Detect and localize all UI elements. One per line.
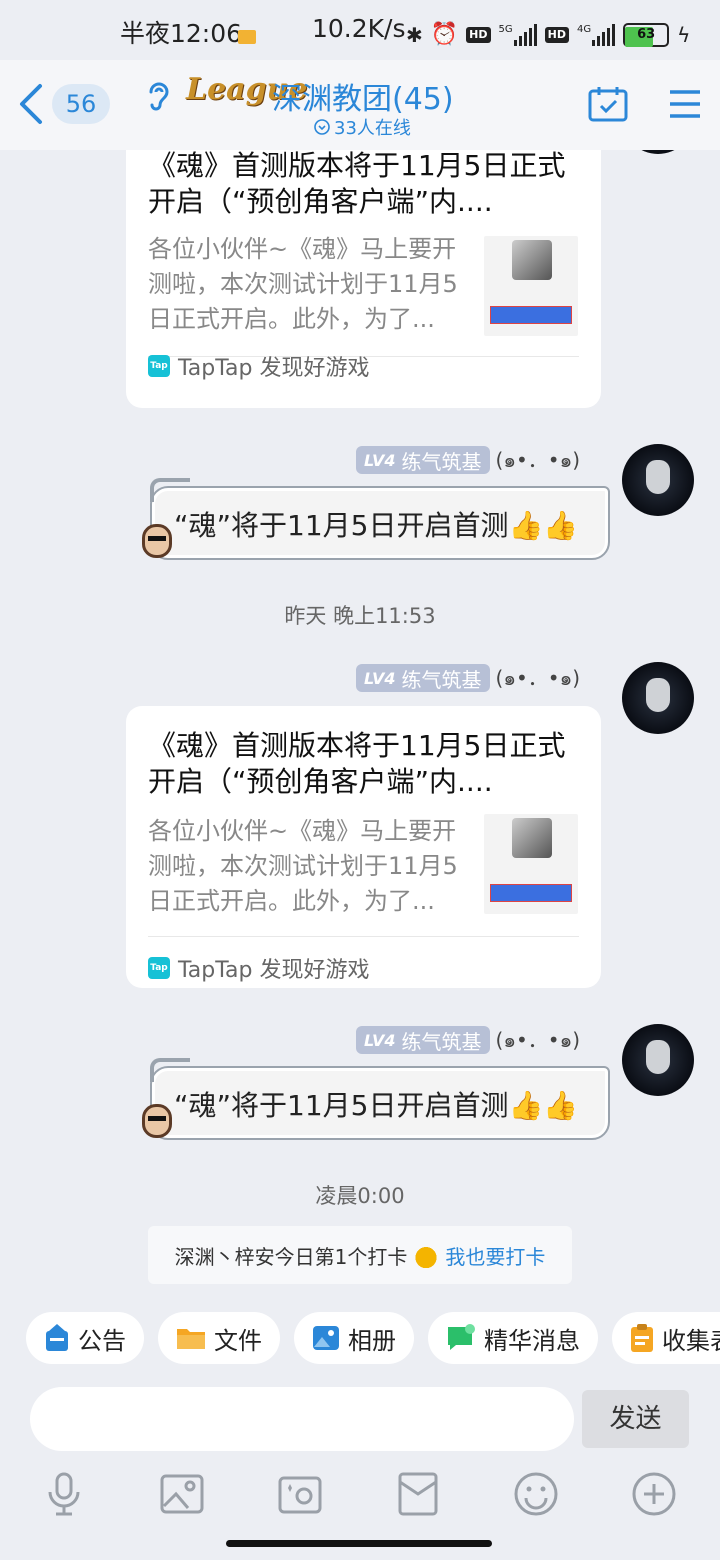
- bubble-chibi-icon: [136, 518, 176, 562]
- battery-icon: 63: [623, 22, 670, 47]
- message-bubble[interactable]: “魂”将于11月5日开启首测👍👍: [150, 478, 610, 560]
- checkin-notice: 深渊丶梓安今日第1个打卡 我也要打卡: [148, 1226, 572, 1284]
- message-text: “魂”将于11月5日开启首测👍👍: [174, 1089, 579, 1122]
- microphone-icon[interactable]: [40, 1470, 88, 1518]
- alarm-icon: ⏰: [430, 22, 459, 47]
- message-list[interactable]: 《魂》首测版本将于11月5日正式开启（“预创角客户端”内.... 各位小伙伴~《…: [0, 150, 720, 1300]
- avatar[interactable]: [622, 150, 694, 154]
- quick-actions: 公告 文件 相册 精华消息 收集表: [0, 1312, 720, 1364]
- collection-form-button[interactable]: 收集表: [612, 1312, 720, 1364]
- bubble-ornament: [150, 1058, 190, 1082]
- menu-icon[interactable]: [668, 88, 702, 120]
- unread-count-badge[interactable]: 56: [52, 84, 110, 124]
- avatar[interactable]: [622, 444, 694, 516]
- checkin-text: 深渊丶梓安今日第1个打卡: [174, 1244, 408, 1269]
- card-thumbnail: [484, 236, 578, 336]
- ear-mode-icon[interactable]: [146, 80, 172, 112]
- home-indicator[interactable]: [226, 1540, 492, 1547]
- input-toolbar: [0, 1466, 720, 1526]
- group-title[interactable]: 深渊教团(45): [272, 74, 454, 118]
- plus-icon[interactable]: [630, 1470, 678, 1518]
- button-preview: [490, 306, 572, 324]
- card-thumbnail: [484, 814, 578, 914]
- level-badge: LV4 练气筑基: [356, 1026, 490, 1054]
- sender-tag: LV4 练气筑基 (๑•．•๑): [356, 444, 580, 476]
- charging-icon: ϟ: [677, 22, 691, 47]
- calendar-check-icon[interactable]: [588, 86, 628, 122]
- hd-icon-2: HD: [544, 26, 569, 43]
- link-card[interactable]: 《魂》首测版本将于11月5日正式开启（“预创角客户端”内.... 各位小伙伴~《…: [126, 150, 601, 408]
- bubble-chibi-icon: [136, 1098, 176, 1142]
- notification-icon: [238, 30, 256, 44]
- clipboard-icon: [631, 1324, 653, 1352]
- sender-tag: LV4 练气筑基 (๑•．•๑): [356, 662, 580, 694]
- taptap-icon: Tap: [148, 957, 170, 979]
- app-icon: [512, 818, 552, 858]
- sender-tag: LV4 练气筑基 (๑•．•๑): [356, 1024, 580, 1056]
- sender-nickname: (๑•．•๑): [495, 448, 581, 472]
- hd-icon: HD: [466, 26, 491, 43]
- mask-face: [646, 1040, 670, 1074]
- red-packet-icon[interactable]: [394, 1470, 442, 1518]
- folder-icon: [177, 1329, 205, 1349]
- card-description: 各位小伙伴~《魂》马上要开测啦，本次测试计划于11月5日正式开启。此外，为了..…: [148, 817, 458, 915]
- level-badge: LV4 练气筑基: [356, 446, 490, 474]
- chat-header: 56 League 深渊教团(45) 33人在线: [0, 60, 720, 150]
- online-count[interactable]: 33人在线: [314, 114, 411, 140]
- back-chevron-icon[interactable]: [12, 82, 52, 126]
- timestamp: 凌晨0:00: [315, 1184, 405, 1208]
- signal-4g-icon: 4G: [577, 23, 616, 46]
- message-bubble[interactable]: “魂”将于11月5日开启首测👍👍: [150, 1058, 610, 1140]
- network-speed: 10.2K/s: [312, 14, 406, 43]
- image-icon[interactable]: [158, 1470, 206, 1518]
- card-title: 《魂》首测版本将于11月5日正式开启（“预创角客户端”内....: [148, 729, 566, 798]
- status-bar: 半夜12:06 10.2K/s ✱ ⏰ HD 5G HD 4G 63 ϟ: [0, 0, 720, 60]
- signal-5g-icon: 5G: [499, 23, 537, 46]
- avatar[interactable]: [622, 1024, 694, 1096]
- sender-nickname: (๑•．•๑): [495, 1028, 581, 1052]
- button-preview: [490, 884, 572, 902]
- card-description: 各位小伙伴~《魂》马上要开测啦，本次测试计划于11月5日正式开启。此外，为了..…: [148, 235, 458, 333]
- checkin-link[interactable]: 我也要打卡: [445, 1241, 545, 1270]
- card-title: 《魂》首测版本将于11月5日正式开启（“预创角客户端”内....: [148, 150, 566, 218]
- announcement-button[interactable]: 公告: [26, 1312, 144, 1364]
- medal-icon: [415, 1242, 438, 1268]
- clock: 半夜12:06: [120, 19, 243, 48]
- send-button[interactable]: 发送: [582, 1390, 689, 1448]
- level-badge: LV4 练气筑基: [356, 664, 490, 692]
- bluetooth-icon: ✱: [406, 22, 423, 47]
- taptap-icon: Tap: [148, 355, 170, 377]
- message-text: “魂”将于11月5日开启首测👍👍: [174, 509, 579, 542]
- featured-icon: [448, 1324, 475, 1350]
- timestamp: 昨天 晚上11:53: [284, 604, 436, 628]
- featured-messages-button[interactable]: 精华消息: [428, 1312, 598, 1364]
- mask-face: [646, 678, 670, 712]
- card-source: Tap TapTap 发现好游戏: [148, 350, 369, 382]
- card-source: Tap TapTap 发现好游戏: [148, 952, 369, 984]
- chevron-circle-icon: [314, 119, 330, 135]
- app-icon: [512, 240, 552, 280]
- link-card[interactable]: 《魂》首测版本将于11月5日正式开启（“预创角客户端”内.... 各位小伙伴~《…: [126, 706, 601, 988]
- album-button[interactable]: 相册: [294, 1312, 414, 1364]
- message-input[interactable]: [30, 1387, 574, 1451]
- emoji-icon[interactable]: [512, 1470, 560, 1518]
- input-bar: 发送: [0, 1380, 720, 1460]
- files-button[interactable]: 文件: [158, 1312, 280, 1364]
- bubble-ornament: [150, 478, 190, 502]
- card-divider: [148, 936, 579, 937]
- sender-nickname: (๑•．•๑): [495, 666, 581, 690]
- avatar[interactable]: [622, 662, 694, 734]
- album-icon: [313, 1326, 339, 1350]
- camera-icon[interactable]: [276, 1470, 324, 1518]
- announcement-icon: [46, 1324, 68, 1351]
- mask-face: [646, 460, 670, 494]
